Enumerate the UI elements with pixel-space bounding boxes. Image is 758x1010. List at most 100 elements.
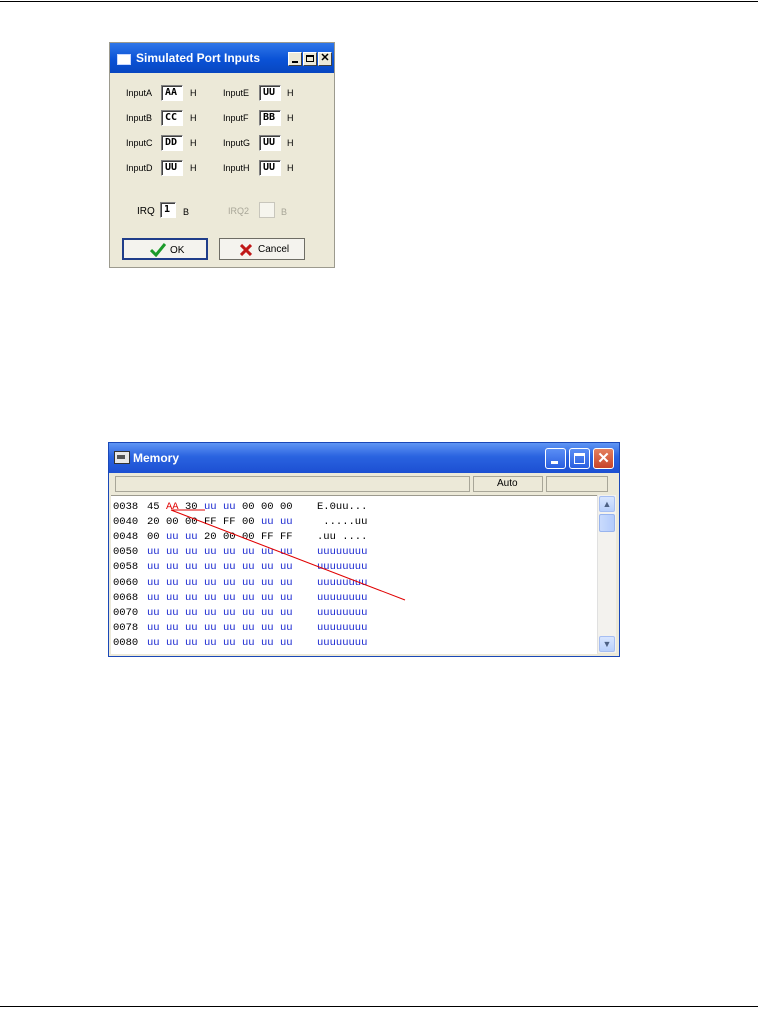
memory-byte[interactable]: uu (223, 577, 242, 590)
memory-byte[interactable]: uu (280, 577, 299, 590)
memory-byte[interactable]: uu (147, 561, 166, 574)
memory-byte[interactable]: 00 (223, 531, 242, 544)
memory-byte[interactable]: uu (280, 637, 299, 650)
memory-row[interactable]: 0040 20 00 00 FF FF 00 uu uu .....uu (113, 516, 367, 529)
port-value-field[interactable]: UU (259, 135, 281, 151)
memory-byte[interactable]: uu (166, 607, 185, 620)
irq-field[interactable]: 1 (160, 202, 176, 218)
memory-byte[interactable]: uu (223, 546, 242, 559)
dialog-title-bar[interactable]: Simulated Port Inputs ✕ (110, 43, 334, 73)
memory-byte[interactable]: 00 (166, 516, 185, 529)
memory-byte[interactable]: uu (280, 546, 299, 559)
memory-byte[interactable]: uu (185, 577, 204, 590)
memory-byte[interactable]: 00 (185, 516, 204, 529)
memory-row[interactable]: 0048 00 uu uu 20 00 00 FF FF .uu .... (113, 531, 367, 544)
memory-byte[interactable]: 20 (204, 531, 223, 544)
close-button[interactable]: ✕ (318, 52, 332, 66)
memory-byte[interactable]: uu (147, 577, 166, 590)
memory-byte[interactable]: uu (185, 592, 204, 605)
memory-maximize-button[interactable] (569, 448, 590, 469)
memory-byte[interactable]: uu (166, 622, 185, 635)
memory-byte[interactable]: uu (280, 622, 299, 635)
memory-row[interactable]: 0060 uu uu uu uu uu uu uu uu uuuuuuuu (113, 577, 367, 590)
minimize-button[interactable] (288, 52, 302, 66)
ok-button[interactable]: OK (122, 238, 208, 260)
scroll-down-button[interactable]: ▼ (599, 636, 615, 652)
memory-byte[interactable]: FF (261, 531, 280, 544)
memory-byte[interactable]: uu (166, 637, 185, 650)
memory-byte[interactable]: uu (242, 637, 261, 650)
memory-byte[interactable]: uu (185, 531, 204, 544)
memory-byte[interactable]: 30 (185, 501, 204, 514)
memory-byte[interactable]: uu (242, 561, 261, 574)
memory-title-bar[interactable]: Memory ✕ (109, 443, 619, 473)
memory-byte[interactable]: uu (204, 546, 223, 559)
memory-minimize-button[interactable] (545, 448, 566, 469)
port-value-field[interactable]: UU (259, 85, 281, 101)
memory-byte[interactable]: uu (147, 607, 166, 620)
memory-byte[interactable]: uu (242, 592, 261, 605)
port-value-field[interactable]: UU (259, 160, 281, 176)
memory-byte[interactable]: uu (261, 592, 280, 605)
memory-byte[interactable]: 00 (147, 531, 166, 544)
memory-byte[interactable]: uu (147, 622, 166, 635)
memory-byte[interactable]: uu (280, 516, 299, 529)
memory-byte[interactable]: uu (242, 607, 261, 620)
memory-byte[interactable]: uu (185, 637, 204, 650)
memory-byte[interactable]: uu (147, 546, 166, 559)
memory-byte[interactable]: uu (204, 501, 223, 514)
memory-byte[interactable]: uu (261, 622, 280, 635)
memory-byte[interactable]: uu (261, 561, 280, 574)
memory-byte[interactable]: uu (261, 546, 280, 559)
memory-row[interactable]: 0070 uu uu uu uu uu uu uu uu uuuuuuuu (113, 607, 367, 620)
port-value-field[interactable]: UU (161, 160, 183, 176)
memory-byte[interactable]: uu (280, 561, 299, 574)
port-value-field[interactable]: BB (259, 110, 281, 126)
memory-byte[interactable]: uu (223, 501, 242, 514)
scroll-up-button[interactable]: ▲ (599, 496, 615, 512)
memory-byte[interactable]: uu (166, 561, 185, 574)
memory-byte[interactable]: uu (280, 592, 299, 605)
memory-byte[interactable]: 00 (280, 501, 299, 514)
memory-byte[interactable]: FF (280, 531, 299, 544)
memory-byte[interactable]: AA (166, 501, 185, 514)
memory-byte[interactable]: 00 (242, 501, 261, 514)
memory-byte[interactable]: uu (204, 607, 223, 620)
memory-byte[interactable]: 00 (261, 501, 280, 514)
memory-byte[interactable]: uu (166, 592, 185, 605)
vertical-scrollbar[interactable]: ▲ ▼ (597, 495, 616, 653)
memory-byte[interactable]: 20 (147, 516, 166, 529)
memory-byte[interactable]: uu (147, 592, 166, 605)
memory-row[interactable]: 0080 uu uu uu uu uu uu uu uu uuuuuuuu (113, 637, 367, 650)
cancel-button[interactable]: Cancel (219, 238, 305, 260)
memory-byte[interactable]: uu (223, 561, 242, 574)
port-value-field[interactable]: DD (161, 135, 183, 151)
memory-byte[interactable]: uu (185, 546, 204, 559)
memory-byte[interactable]: uu (166, 546, 185, 559)
memory-dump-view[interactable]: 0038 45 AA 30 uu uu 00 00 00 E.0uu... 0040 20 00 00 FF… (111, 495, 597, 654)
memory-byte[interactable]: uu (185, 607, 204, 620)
memory-byte[interactable]: uu (204, 592, 223, 605)
memory-byte[interactable]: 00 (242, 531, 261, 544)
memory-row[interactable]: 0078 uu uu uu uu uu uu uu uu uuuuuuuu (113, 622, 367, 635)
memory-byte[interactable]: FF (204, 516, 223, 529)
memory-byte[interactable]: uu (242, 577, 261, 590)
memory-byte[interactable]: uu (223, 637, 242, 650)
memory-byte[interactable]: uu (242, 622, 261, 635)
memory-byte[interactable]: uu (166, 577, 185, 590)
memory-byte[interactable]: uu (204, 577, 223, 590)
memory-byte[interactable]: uu (261, 637, 280, 650)
memory-byte[interactable]: uu (261, 577, 280, 590)
memory-byte[interactable]: uu (261, 516, 280, 529)
memory-byte[interactable]: uu (242, 546, 261, 559)
memory-byte[interactable]: uu (204, 622, 223, 635)
memory-byte[interactable]: FF (223, 516, 242, 529)
memory-byte[interactable]: uu (166, 531, 185, 544)
scroll-thumb[interactable] (599, 514, 615, 532)
memory-row[interactable]: 0068 uu uu uu uu uu uu uu uu uuuuuuuu (113, 592, 367, 605)
memory-byte[interactable]: uu (204, 637, 223, 650)
memory-byte[interactable]: uu (223, 592, 242, 605)
maximize-button[interactable] (303, 52, 317, 66)
memory-byte[interactable]: uu (223, 622, 242, 635)
memory-row[interactable]: 0038 45 AA 30 uu uu 00 00 00 E.0uu... (113, 501, 367, 514)
